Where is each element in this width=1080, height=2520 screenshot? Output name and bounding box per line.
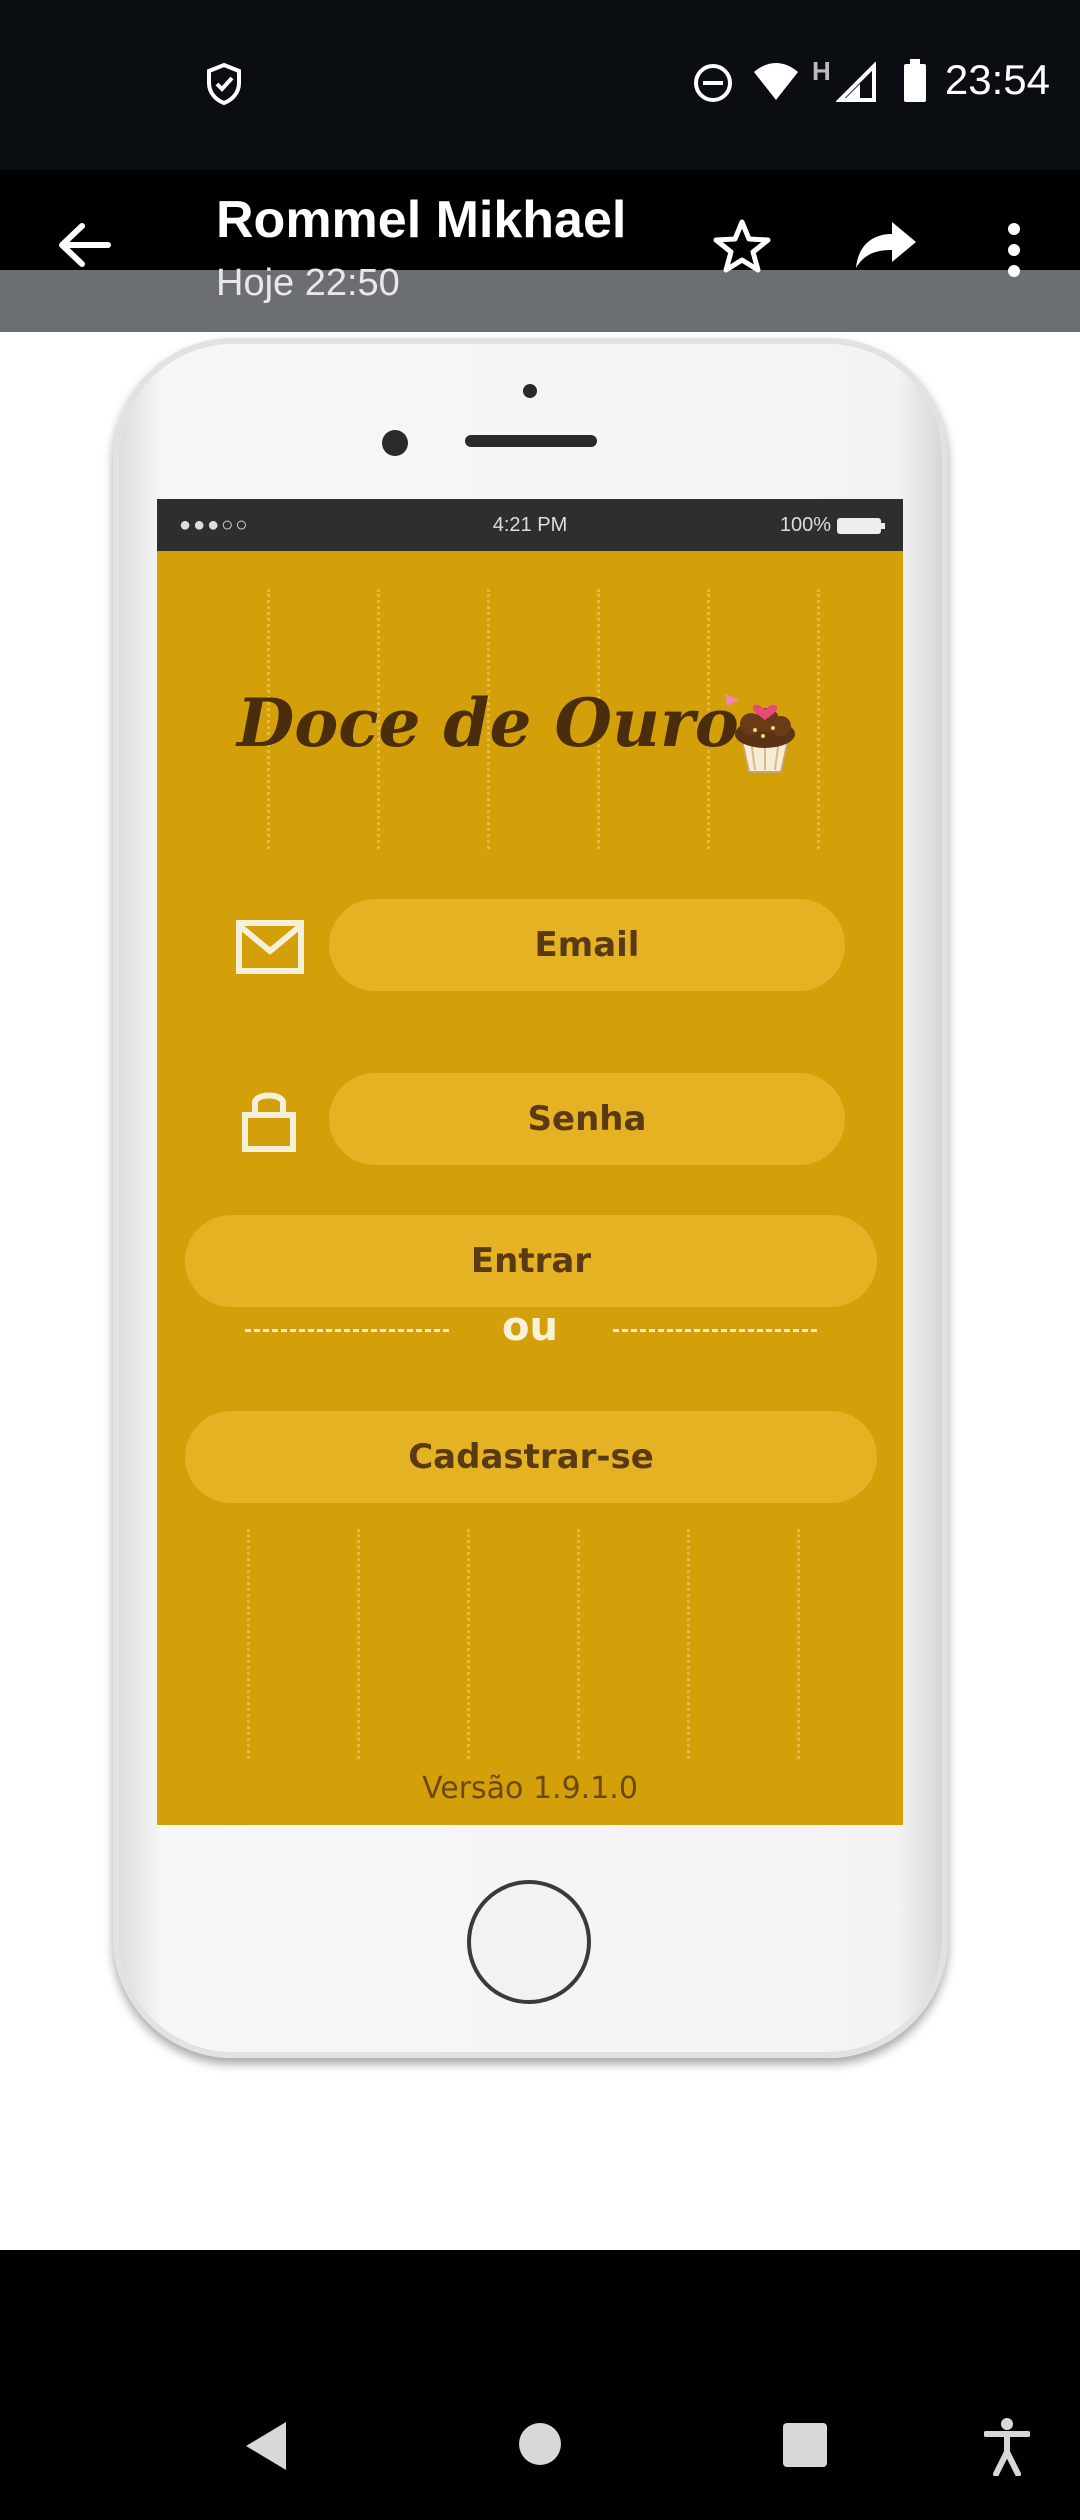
mockup-battery-text: 100%: [779, 514, 831, 536]
login-button[interactable]: Entrar: [185, 1215, 877, 1307]
accessibility-icon[interactable]: [983, 2418, 1031, 2481]
wifi-icon: [752, 60, 800, 109]
background-pattern: [247, 1529, 250, 1759]
signal-icon: [835, 61, 878, 109]
shield-check-icon: [204, 62, 244, 111]
recents-square-icon[interactable]: [782, 2422, 828, 2473]
more-vertical-icon[interactable]: [1004, 222, 1024, 283]
header-divider: [0, 270, 1080, 332]
background-pattern: [687, 1529, 690, 1759]
app-logo-text: Doce de Ouro: [237, 684, 739, 762]
email-placeholder: Email: [534, 925, 640, 965]
back-triangle-icon[interactable]: [244, 2420, 290, 2477]
do-not-disturb-icon: [692, 62, 734, 109]
network-type-text: H: [812, 56, 831, 86]
background-pattern: [797, 1529, 800, 1759]
status-bar: H 23:54: [0, 0, 1080, 170]
or-text: ou: [502, 1304, 558, 1350]
timestamp: Hoje 22:50: [216, 262, 400, 304]
lock-icon: [239, 1087, 299, 1158]
email-input[interactable]: Email: [329, 899, 845, 991]
cupcake-icon: [717, 684, 807, 781]
clock: 23:54: [944, 56, 1050, 103]
or-divider: ou: [157, 1299, 903, 1359]
battery-icon: [902, 58, 928, 109]
navigation-bar: [0, 2250, 1080, 2520]
background-pattern: [577, 1529, 580, 1759]
phone-speaker: [465, 435, 597, 447]
back-arrow-icon[interactable]: [56, 220, 112, 275]
login-label: Entrar: [470, 1241, 592, 1281]
phone-sensor: [523, 384, 537, 398]
version-text: Versão 1.9.1.0: [422, 1771, 638, 1806]
mockup-screen: ●●●○○ 4:21 PM 100% Doce de Ouro Email Se…: [157, 499, 903, 1825]
phone-home-button: [467, 1880, 591, 2004]
mockup-status-bar: ●●●○○ 4:21 PM 100%: [157, 499, 903, 551]
password-input[interactable]: Senha: [329, 1073, 845, 1165]
background-pattern: [467, 1529, 470, 1759]
divider-line-right: [613, 1329, 817, 1332]
phone-camera: [382, 430, 408, 456]
signup-label: Cadastrar-se: [408, 1437, 654, 1477]
star-icon[interactable]: [712, 218, 772, 279]
home-circle-icon[interactable]: [518, 2422, 562, 2471]
background-pattern: [357, 1529, 360, 1759]
mockup-battery-icon: [837, 517, 885, 540]
signup-button[interactable]: Cadastrar-se: [185, 1411, 877, 1503]
background-pattern: [817, 589, 820, 849]
mail-icon: [235, 919, 305, 980]
password-placeholder: Senha: [527, 1099, 647, 1139]
screen: H 23:54 Rommel Mikhael Hoje 22:50 ●●●○○ …: [0, 0, 1080, 2520]
conversation-title: Rommel Mikhael: [216, 191, 627, 249]
share-icon[interactable]: [854, 222, 918, 275]
